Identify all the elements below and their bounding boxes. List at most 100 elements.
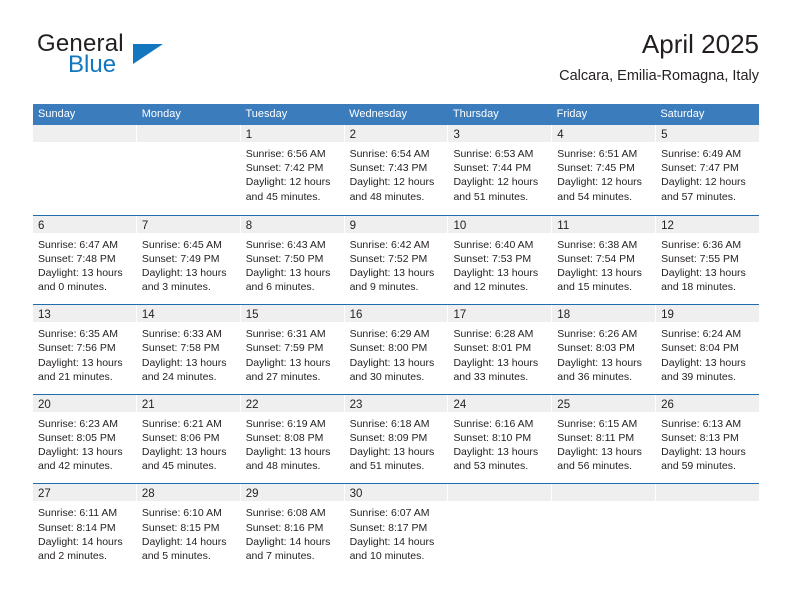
daylight-text-line1: Daylight: 12 hours (349, 176, 435, 189)
sunrise-text: Sunrise: 6:54 AM (349, 148, 430, 160)
sunset-text: Sunset: 7:58 PM (141, 342, 220, 355)
calendar-day-cell[interactable]: 28 Sunrise: 6:10 AM Sunset: 8:15 PM Dayligh… (136, 484, 241, 573)
daylight-text-line1: Daylight: 14 hours (245, 535, 331, 548)
calendar-day-cell[interactable]: 11 Sunrise: 6:38 AM Sunset: 7:54 PM Dayligh… (552, 215, 657, 305)
sunrise-text: Sunrise: 6:33 AM (141, 328, 222, 341)
calendar-day-cell[interactable]: 15 Sunrise: 6:31 AM Sunset: 7:59 PM Dayligh… (240, 305, 345, 394)
day-number: 16 (349, 309, 363, 322)
day-number-band: 7 (136, 215, 240, 233)
sunrise-text: Sunrise: 6:43 AM (245, 238, 326, 251)
day-number-band (136, 125, 240, 142)
day-number-band: 26 (656, 394, 760, 412)
daylight-text-line2: and 5 minutes. (141, 549, 211, 562)
weekday-header-saturday: Saturday (660, 108, 705, 120)
sunrise-text: Sunrise: 6:40 AM (453, 238, 534, 251)
day-details: Sunrise: 6:49 AM Sunset: 7:47 PM Daylight:… (656, 142, 759, 204)
sunset-text: Sunset: 8:17 PM (349, 521, 428, 534)
day-number: 15 (245, 309, 259, 322)
calendar-day-cell[interactable]: 27 Sunrise: 6:11 AM Sunset: 8:14 PM Dayligh… (33, 484, 137, 573)
sunrise-text: Sunrise: 6:11 AM (38, 507, 118, 520)
daylight-text-line2: and 54 minutes. (557, 190, 633, 203)
calendar-day-cell[interactable]: 22 Sunrise: 6:19 AM Sunset: 8:08 PM Dayligh… (240, 394, 345, 484)
day-number-band: 24 (448, 394, 552, 412)
sunrise-text: Sunrise: 6:26 AM (557, 328, 638, 341)
sunrise-text: Sunrise: 6:19 AM (245, 417, 326, 430)
daylight-text-line1: Daylight: 13 hours (38, 446, 123, 459)
calendar-day-cell[interactable]: 6 Sunrise: 6:47 AM Sunset: 7:48 PM Daylight… (33, 215, 137, 305)
daylight-text-line2: and 7 minutes. (245, 549, 315, 562)
calendar-day-cell[interactable]: 7 Sunrise: 6:45 AM Sunset: 7:49 PM Daylight… (136, 215, 241, 305)
calendar-day-cell[interactable]: 3 Sunrise: 6:53 AM Sunset: 7:44 PM Daylight… (448, 125, 553, 215)
day-number: 9 (349, 219, 356, 232)
sunrise-text: Sunrise: 6:45 AM (141, 238, 222, 251)
calendar-day-cell[interactable]: 16 Sunrise: 6:29 AM Sunset: 8:00 PM Dayligh… (344, 305, 449, 394)
calendar-day-cell[interactable]: 2 Sunrise: 6:54 AM Sunset: 7:43 PM Daylight… (344, 125, 449, 215)
calendar-weeks: 1 Sunrise: 6:56 AM Sunset: 7:42 PM Daylight… (33, 125, 760, 573)
calendar-day-cell[interactable]: 12 Sunrise: 6:36 AM Sunset: 7:55 PM Dayligh… (656, 215, 760, 305)
day-details: Sunrise: 6:45 AM Sunset: 7:49 PM Daylight:… (137, 233, 240, 295)
day-details: Sunrise: 6:33 AM Sunset: 7:58 PM Daylight:… (137, 322, 240, 384)
daylight-text-line2: and 57 minutes. (661, 190, 736, 203)
calendar-day-cell[interactable]: 13 Sunrise: 6:35 AM Sunset: 7:56 PM Dayligh… (33, 305, 137, 394)
daylight-text-line2: and 42 minutes. (38, 460, 113, 473)
calendar-week-row: 13 Sunrise: 6:35 AM Sunset: 7:56 PM Dayligh… (33, 304, 760, 394)
calendar-day-cell[interactable]: 17 Sunrise: 6:28 AM Sunset: 8:01 PM Dayligh… (448, 305, 553, 394)
daylight-text-line2: and 3 minutes. (141, 281, 211, 294)
day-number: 18 (557, 309, 571, 322)
calendar-day-cell[interactable]: 21 Sunrise: 6:21 AM Sunset: 8:06 PM Dayligh… (136, 394, 241, 484)
sunrise-text: Sunrise: 6:13 AM (661, 417, 742, 430)
calendar-day-cell[interactable]: 18 Sunrise: 6:26 AM Sunset: 8:03 PM Dayligh… (552, 305, 657, 394)
day-details: Sunrise: 6:28 AM Sunset: 8:01 PM Daylight:… (448, 322, 551, 384)
day-number-band (552, 484, 656, 502)
calendar-day-cell[interactable]: 14 Sunrise: 6:33 AM Sunset: 7:58 PM Dayligh… (136, 305, 241, 394)
day-details: Sunrise: 6:21 AM Sunset: 8:06 PM Daylight:… (137, 412, 240, 474)
sunrise-text: Sunrise: 6:38 AM (557, 238, 638, 251)
calendar-day-cell[interactable]: 25 Sunrise: 6:15 AM Sunset: 8:11 PM Dayligh… (552, 394, 657, 484)
daylight-text-line1: Daylight: 13 hours (38, 267, 123, 279)
general-blue-logo[interactable]: General Blue (37, 30, 237, 90)
calendar-day-cell[interactable]: 10 Sunrise: 6:40 AM Sunset: 7:53 PM Dayligh… (448, 215, 553, 305)
day-details: Sunrise: 6:08 AM Sunset: 8:16 PM Daylight:… (241, 501, 344, 563)
day-number: 11 (557, 219, 570, 232)
calendar-day-cell[interactable]: 23 Sunrise: 6:18 AM Sunset: 8:09 PM Dayligh… (344, 394, 449, 484)
weekday-header-friday: Friday (556, 108, 588, 120)
day-number-band (448, 484, 552, 502)
day-number: 28 (141, 488, 155, 501)
day-details: Sunrise: 6:11 AM Sunset: 8:14 PM Daylight:… (33, 501, 136, 563)
daylight-text-line2: and 45 minutes. (141, 460, 217, 473)
day-number-band: 9 (344, 215, 448, 233)
calendar-day-cell[interactable]: 9 Sunrise: 6:42 AM Sunset: 7:52 PM Daylight… (344, 215, 449, 305)
sunset-text: Sunset: 7:55 PM (661, 252, 739, 265)
sunset-text: Sunset: 8:14 PM (38, 521, 116, 534)
day-number: 12 (661, 219, 674, 232)
sunset-text: Sunset: 7:50 PM (245, 252, 324, 265)
day-details: Sunrise: 6:18 AM Sunset: 8:09 PM Daylight:… (345, 412, 448, 474)
calendar-day-cell[interactable]: 5 Sunrise: 6:49 AM Sunset: 7:47 PM Daylight… (656, 125, 760, 215)
day-number-band: 10 (448, 215, 552, 233)
calendar-week-row: 20 Sunrise: 6:23 AM Sunset: 8:05 PM Dayligh… (33, 393, 760, 484)
daylight-text-line2: and 33 minutes. (453, 370, 529, 383)
daylight-text-line1: Daylight: 12 hours (453, 176, 539, 189)
calendar-cell-empty (552, 484, 657, 573)
calendar-day-cell[interactable]: 1 Sunrise: 6:56 AM Sunset: 7:42 PM Daylight… (240, 125, 345, 215)
sunrise-text: Sunrise: 6:29 AM (349, 328, 430, 341)
sunset-text: Sunset: 8:09 PM (349, 431, 428, 444)
calendar-day-cell[interactable]: 30 Sunrise: 6:07 AM Sunset: 8:17 PM Dayligh… (344, 484, 449, 573)
calendar-day-cell[interactable]: 4 Sunrise: 6:51 AM Sunset: 7:45 PM Daylight… (552, 125, 657, 215)
day-number: 2 (349, 129, 356, 141)
sunset-text: Sunset: 7:49 PM (141, 252, 220, 265)
weekday-header-sunday: Sunday (38, 108, 76, 120)
calendar-cell-empty (33, 125, 137, 215)
calendar-day-cell[interactable]: 19 Sunrise: 6:24 AM Sunset: 8:04 PM Dayligh… (656, 305, 760, 394)
day-number-band: 18 (552, 305, 656, 323)
day-number-band: 13 (33, 305, 136, 323)
daylight-text-line2: and 0 minutes. (38, 281, 107, 294)
calendar-day-cell[interactable]: 24 Sunrise: 6:16 AM Sunset: 8:10 PM Dayligh… (448, 394, 553, 484)
calendar-day-cell[interactable]: 20 Sunrise: 6:23 AM Sunset: 8:05 PM Dayligh… (33, 394, 137, 484)
calendar-day-cell[interactable]: 29 Sunrise: 6:08 AM Sunset: 8:16 PM Dayligh… (240, 484, 345, 573)
calendar-day-cell[interactable]: 26 Sunrise: 6:13 AM Sunset: 8:13 PM Dayligh… (656, 394, 760, 484)
day-number: 13 (38, 309, 51, 322)
sunset-text: Sunset: 8:03 PM (557, 342, 635, 355)
day-number-band: 8 (240, 215, 344, 233)
calendar-day-cell[interactable]: 8 Sunrise: 6:43 AM Sunset: 7:50 PM Daylight… (240, 215, 345, 305)
